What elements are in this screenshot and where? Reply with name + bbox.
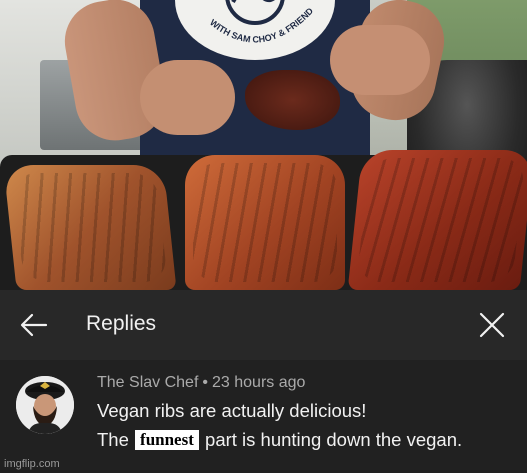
edited-word-overlay: funnest <box>135 430 199 450</box>
close-button[interactable] <box>477 310 507 340</box>
avatar[interactable] <box>16 376 74 434</box>
arrow-left-icon <box>20 313 48 337</box>
replies-panel: Replies The Slav Chef • 23 hours ago Vegan… <box>0 290 527 473</box>
comment-time: 23 hours ago <box>212 374 306 391</box>
meta-separator: • <box>202 374 208 391</box>
rib-rack <box>347 150 527 290</box>
comment-text-line2: The funnest part is hunting down the veg… <box>97 429 462 451</box>
back-button[interactable] <box>18 310 50 340</box>
rib-rack <box>3 165 177 290</box>
replies-header: Replies <box>0 290 527 360</box>
left-hand <box>140 60 235 135</box>
comment: The Slav Chef • 23 hours ago Vegan ribs ar… <box>0 360 527 473</box>
comment-meta: The Slav Chef • 23 hours ago <box>97 374 305 392</box>
close-icon <box>479 312 505 338</box>
right-hand <box>330 25 430 95</box>
shirt-logo: WITH SAM CHOY & FRIENDS <box>172 0 335 60</box>
line2-before: The <box>97 429 129 450</box>
line2-after: part is hunting down the vegan. <box>205 429 463 450</box>
comment-author[interactable]: The Slav Chef <box>97 374 198 391</box>
rib-rack <box>185 155 345 290</box>
video-frame: WITH SAM CHOY & FRIENDS <box>0 0 527 290</box>
comment-text-line1: Vegan ribs are actually delicious! <box>97 400 367 421</box>
replies-title: Replies <box>86 312 157 335</box>
watermark: imgflip.com <box>4 458 60 470</box>
